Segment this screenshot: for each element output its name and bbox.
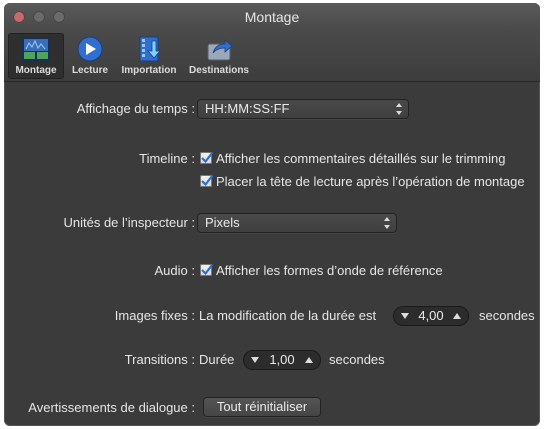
still-images-text: La modification de la durée est (199, 308, 377, 323)
waveforms-text: Afficher les formes d’onde de référence (216, 263, 443, 278)
popup-arrows-icon (396, 103, 402, 115)
timeline-label: Timeline : (139, 151, 195, 166)
transition-duration-unit: secondes (329, 352, 385, 367)
inspector-units-popup[interactable]: Pixels (197, 213, 397, 233)
still-duration-unit: secondes (479, 308, 535, 323)
preferences-toolbar: Montage Lecture Importation Destinations (4, 31, 540, 82)
trimming-feedback-checkbox[interactable] (200, 151, 214, 164)
montage-icon (22, 37, 50, 61)
transitions-text: Durée (199, 352, 235, 367)
tab-importation[interactable]: Importation (116, 33, 182, 79)
share-icon (207, 39, 233, 61)
increment-icon[interactable] (453, 313, 461, 319)
window-controls (13, 11, 65, 23)
audio-label: Audio : (154, 263, 195, 278)
tab-lecture-label: Lecture (71, 65, 109, 76)
zoom-button[interactable] (53, 11, 65, 23)
trimming-feedback-text: Afficher les commentaires détaillés sur … (216, 151, 506, 166)
time-display-popup[interactable]: HH:MM:SS:FF (197, 99, 409, 119)
tab-importation-label: Importation (121, 65, 177, 76)
window-title: Montage (244, 9, 300, 25)
settings-panel: Affichage du temps : HH:MM:SS:FF Timelin… (4, 82, 540, 426)
import-icon (139, 36, 161, 62)
title-bar: Montage (4, 3, 540, 31)
time-display-label: Affichage du temps : (76, 101, 195, 116)
inspector-units-label: Unités de l’inspecteur : (63, 215, 195, 230)
transition-duration-stepper[interactable]: 1,00 (243, 350, 321, 370)
checkmark-icon (201, 174, 214, 187)
close-button[interactable] (13, 11, 25, 23)
tab-destinations-label: Destinations (188, 65, 249, 76)
dialog-warnings-label: Avertissements de dialogue : (28, 400, 195, 415)
play-icon (77, 36, 103, 62)
popup-arrows-icon (384, 217, 390, 229)
tab-lecture[interactable]: Lecture (66, 33, 114, 79)
time-display-value: HH:MM:SS:FF (205, 101, 290, 116)
reset-all-button[interactable]: Tout réinitialiser (203, 397, 321, 417)
preferences-window: Montage Montage Lecture Importation Dest… (4, 3, 540, 426)
still-duration-stepper[interactable]: 4,00 (393, 306, 469, 326)
minimize-button[interactable] (33, 11, 45, 23)
tab-destinations[interactable]: Destinations (185, 33, 253, 79)
transitions-label: Transitions : (124, 352, 195, 367)
tab-montage-label: Montage (15, 65, 57, 76)
checkmark-icon (201, 263, 214, 276)
increment-icon[interactable] (305, 357, 313, 363)
playhead-position-text: Placer la tête de lecture après l’opérat… (216, 174, 525, 189)
still-images-label: Images fixes : (114, 308, 195, 323)
checkmark-icon (201, 151, 214, 164)
inspector-units-value: Pixels (205, 215, 240, 230)
tab-montage[interactable]: Montage (8, 33, 64, 79)
waveforms-checkbox[interactable] (200, 263, 214, 276)
playhead-position-checkbox[interactable] (200, 174, 214, 187)
